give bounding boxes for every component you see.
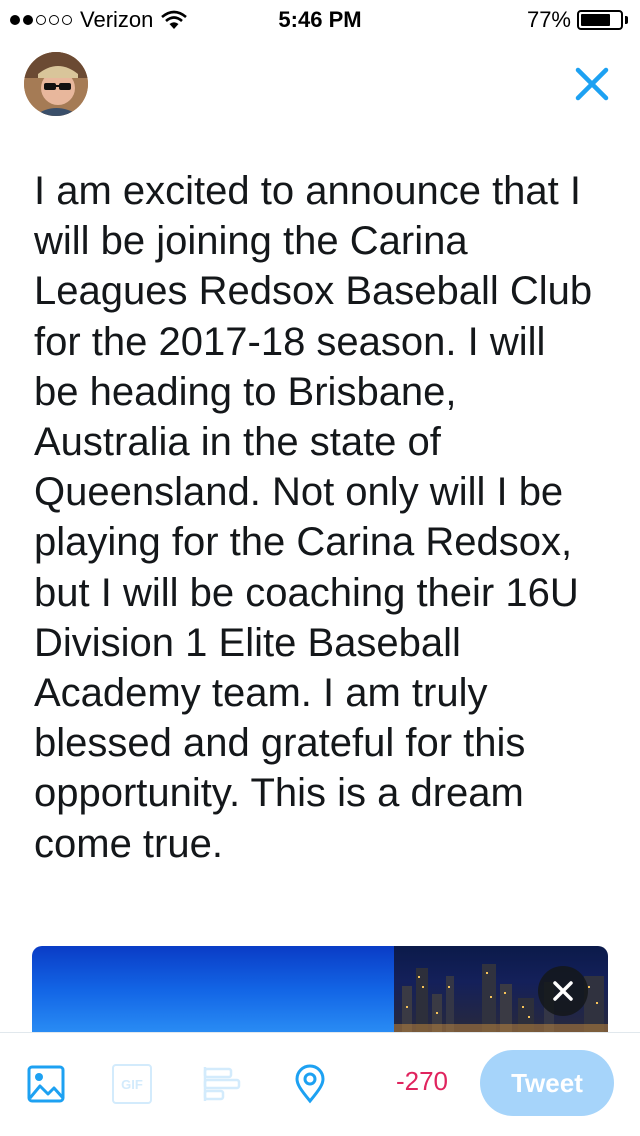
- gif-icon[interactable]: GIF: [112, 1064, 152, 1104]
- battery-icon: [577, 10, 623, 30]
- status-right: 77%: [527, 7, 628, 33]
- image-icon[interactable]: [26, 1064, 66, 1104]
- remove-media-button[interactable]: [538, 966, 588, 1016]
- media-attachment: [32, 946, 608, 1036]
- battery-tip: [625, 16, 628, 24]
- battery-percent: 77%: [526, 7, 571, 32]
- location-icon[interactable]: [290, 1064, 330, 1104]
- user-avatar[interactable]: [24, 52, 88, 116]
- gif-label: GIF: [121, 1076, 143, 1092]
- tweet-button[interactable]: Tweet: [480, 1050, 614, 1116]
- close-icon: [553, 981, 573, 1001]
- status-bar: Verizon 5:46 PM 77%: [0, 0, 640, 40]
- close-icon[interactable]: [570, 62, 614, 106]
- media-sky-image: [32, 946, 394, 1036]
- tweet-text-field[interactable]: I am excited to announce that I will be …: [34, 166, 614, 869]
- character-counter: -270: [395, 1066, 449, 1096]
- poll-icon[interactable]: [202, 1064, 242, 1104]
- avatar-image: [24, 52, 88, 116]
